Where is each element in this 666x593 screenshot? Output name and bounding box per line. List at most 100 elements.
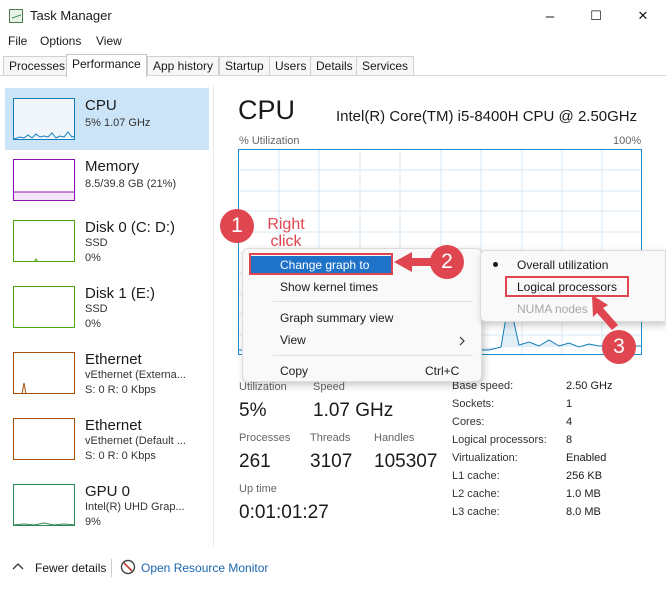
show-kernel-times-item[interactable]: Show kernel times bbox=[280, 280, 378, 294]
disk0-mini-chart bbox=[34, 258, 38, 261]
step-2-badge: 2 bbox=[430, 245, 464, 279]
sidebar-item-ethernet-default[interactable]: Ethernet vEthernet (Default ... S: 0 R: … bbox=[5, 408, 209, 470]
menu-view[interactable]: View bbox=[96, 34, 122, 48]
disk1-thumbnail-graph bbox=[13, 286, 75, 328]
uptime-value: 0:01:01:27 bbox=[239, 502, 329, 523]
handles-value: 105307 bbox=[374, 451, 438, 472]
sockets-label: Sockets: bbox=[452, 398, 495, 410]
tab-app-history[interactable]: App history bbox=[147, 56, 220, 76]
tab-processes[interactable]: Processes bbox=[3, 56, 72, 76]
title-bar: Task Manager – ☐ ✕ bbox=[0, 0, 666, 32]
graph-max-label: 100% bbox=[613, 135, 642, 147]
task-manager-icon bbox=[9, 9, 23, 23]
menu-file[interactable]: File bbox=[8, 34, 27, 48]
context-menu-separator-2 bbox=[273, 355, 473, 356]
sidebar-ethernet-default-throughput: S: 0 R: 0 Kbps bbox=[85, 450, 156, 462]
sidebar-gpu0-name: Intel(R) UHD Grap... bbox=[85, 501, 185, 513]
resource-sidebar: CPU 5% 1.07 GHz Memory 8.5/39.8 GB (21%)… bbox=[0, 86, 214, 546]
l3-cache-label: L3 cache: bbox=[452, 506, 500, 518]
threads-label: Threads bbox=[310, 432, 351, 444]
sidebar-ethernet-default-title: Ethernet bbox=[85, 417, 142, 434]
processes-value: 261 bbox=[239, 451, 271, 472]
sidebar-disk1-type: SSD bbox=[85, 303, 108, 315]
threads-value: 3107 bbox=[310, 451, 353, 472]
sidebar-gpu0-usage: 9% bbox=[85, 516, 101, 528]
base-speed-value: 2.50 GHz bbox=[566, 380, 613, 392]
sidebar-disk1-usage: 0% bbox=[85, 318, 101, 330]
tab-startup[interactable]: Startup bbox=[219, 56, 270, 76]
utilization-value: 5% bbox=[239, 400, 267, 421]
fewer-details-link[interactable]: Fewer details bbox=[35, 561, 106, 575]
l2-cache-label: L2 cache: bbox=[452, 488, 500, 500]
ethernet-external-thumbnail-graph bbox=[13, 352, 75, 394]
sidebar-divider bbox=[213, 86, 214, 546]
sidebar-disk0-usage: 0% bbox=[85, 252, 101, 264]
resource-monitor-icon[interactable] bbox=[120, 559, 136, 575]
step-1-right-click-note: Right click bbox=[267, 216, 305, 250]
menu-bar: File Options View bbox=[0, 32, 666, 52]
overall-utilization-item[interactable]: Overall utilization bbox=[517, 258, 608, 272]
open-resource-monitor-link[interactable]: Open Resource Monitor bbox=[141, 561, 268, 575]
sidebar-item-memory[interactable]: Memory 8.5/39.8 GB (21%) bbox=[5, 149, 209, 211]
logical-processors-label: Logical processors: bbox=[452, 434, 547, 446]
tab-services[interactable]: Services bbox=[356, 56, 415, 76]
sidebar-disk1-title: Disk 1 (E:) bbox=[85, 285, 156, 302]
sidebar-ethernet-external-title: Ethernet bbox=[85, 351, 142, 368]
ethernet-default-thumbnail-graph bbox=[13, 418, 75, 460]
processes-label: Processes bbox=[239, 432, 291, 444]
sidebar-ethernet-external-throughput: S: 0 R: 0 Kbps bbox=[85, 384, 156, 396]
tab-performance[interactable]: Performance bbox=[66, 54, 147, 77]
sidebar-item-cpu[interactable]: CPU 5% 1.07 GHz bbox=[5, 88, 209, 150]
sidebar-memory-title: Memory bbox=[85, 158, 140, 175]
tab-bar: Processes Performance App history Startu… bbox=[0, 54, 666, 77]
uptime-label: Up time bbox=[239, 483, 277, 495]
sidebar-disk0-title: Disk 0 (C: D:) bbox=[85, 219, 175, 236]
step-2-arrow-icon bbox=[394, 252, 434, 272]
copy-shortcut: Ctrl+C bbox=[425, 364, 460, 378]
sidebar-ethernet-default-adapter: vEthernet (Default ... bbox=[85, 435, 186, 447]
sockets-value: 1 bbox=[566, 398, 573, 410]
speed-value: 1.07 GHz bbox=[313, 400, 394, 421]
cores-label: Cores: bbox=[452, 416, 485, 428]
copy-item[interactable]: Copy bbox=[280, 364, 308, 378]
disk0-thumbnail-graph bbox=[13, 220, 75, 262]
ethernet-external-mini-chart bbox=[21, 382, 27, 393]
minimize-button[interactable]: – bbox=[527, 0, 573, 32]
maximize-button[interactable]: ☐ bbox=[573, 0, 619, 32]
highlight-box-logical-processors bbox=[505, 276, 629, 297]
utilization-label: Utilization bbox=[239, 381, 287, 393]
l1-cache-value: 256 KB bbox=[566, 470, 603, 482]
close-button[interactable]: ✕ bbox=[620, 0, 666, 32]
sidebar-cpu-title: CPU bbox=[85, 97, 117, 114]
sidebar-item-disk1[interactable]: Disk 1 (E:) SSD 0% bbox=[5, 276, 209, 338]
graph-summary-view-item[interactable]: Graph summary view bbox=[280, 311, 393, 325]
sidebar-item-disk0[interactable]: Disk 0 (C: D:) SSD 0% bbox=[5, 210, 209, 272]
selected-bullet-icon bbox=[493, 262, 498, 267]
memory-mini-chart bbox=[14, 191, 74, 200]
chevron-right-icon bbox=[459, 336, 465, 346]
sidebar-item-ethernet-external[interactable]: Ethernet vEthernet (Externa... S: 0 R: 0… bbox=[5, 342, 209, 404]
footer-divider bbox=[111, 559, 112, 577]
graph-utilization-label: % Utilization bbox=[239, 135, 300, 147]
l1-cache-label: L1 cache: bbox=[452, 470, 500, 482]
virtualization-value: Enabled bbox=[566, 452, 607, 464]
logical-processors-value: 8 bbox=[566, 434, 573, 446]
cpu-heading: CPU bbox=[238, 95, 296, 125]
sidebar-item-gpu0[interactable]: GPU 0 Intel(R) UHD Grap... 9% bbox=[5, 474, 209, 536]
l3-cache-value: 8.0 MB bbox=[566, 506, 601, 518]
sidebar-ethernet-external-adapter: vEthernet (Externa... bbox=[85, 369, 186, 381]
gpu0-thumbnail-graph bbox=[13, 484, 75, 526]
view-item[interactable]: View bbox=[280, 333, 306, 347]
tab-users[interactable]: Users bbox=[269, 56, 313, 76]
step-3-arrow-icon bbox=[592, 295, 618, 330]
cpu-model-name: Intel(R) Core(TM) i5-8400H CPU @ 2.50GHz bbox=[336, 108, 638, 125]
cpu-thumbnail-graph bbox=[13, 98, 75, 140]
handles-label: Handles bbox=[374, 432, 415, 444]
menu-options[interactable]: Options bbox=[40, 34, 81, 48]
context-menu-separator bbox=[273, 301, 473, 302]
step-3-badge: 3 bbox=[602, 330, 636, 364]
gpu0-mini-chart bbox=[14, 522, 74, 525]
chevron-up-icon[interactable] bbox=[12, 562, 24, 570]
tab-details[interactable]: Details bbox=[310, 56, 359, 76]
highlight-box-change-graph bbox=[249, 253, 393, 275]
